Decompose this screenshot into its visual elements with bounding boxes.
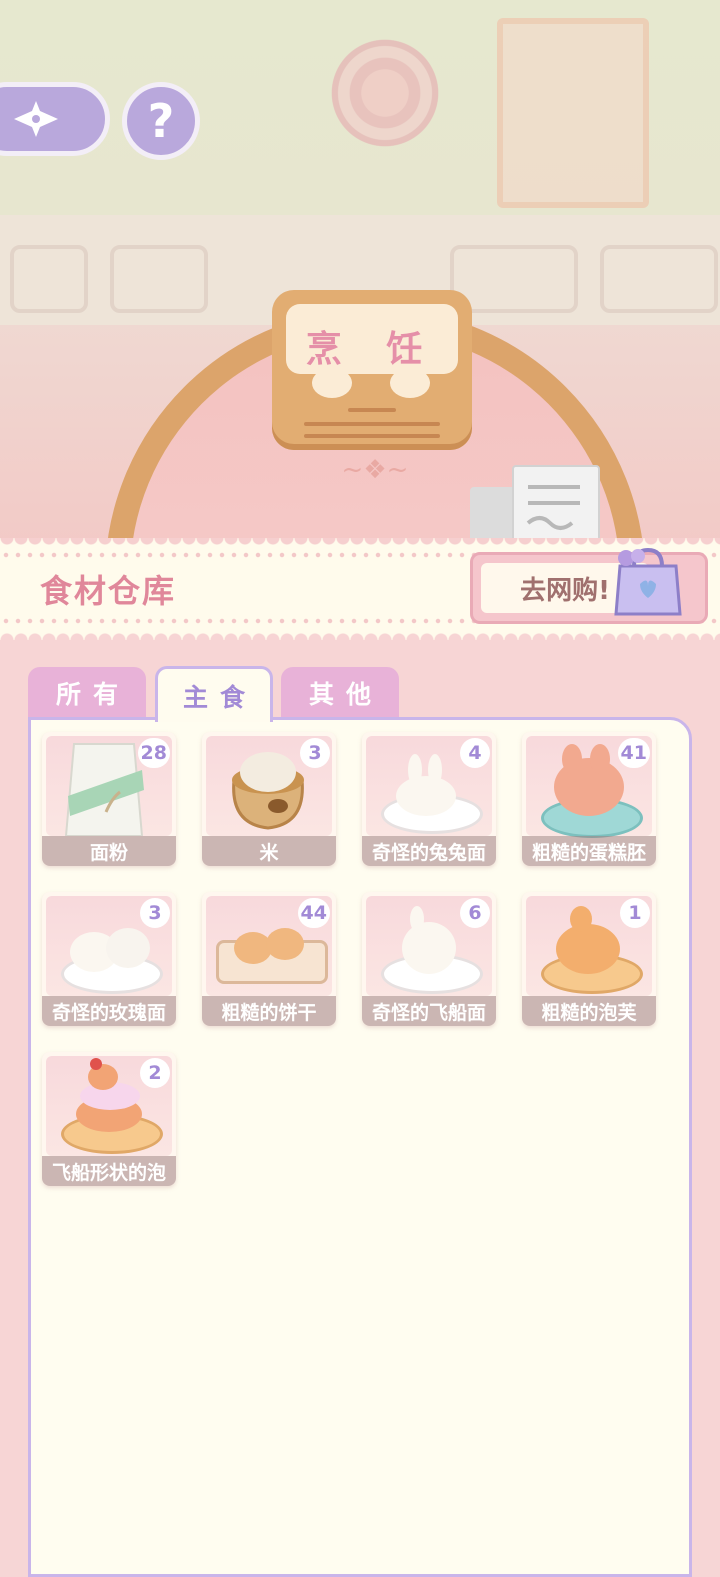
help-button[interactable]: ? (122, 82, 200, 160)
tab-staple-food-label: 主食 (182, 682, 257, 712)
puff-blob (556, 924, 620, 974)
item-count-badge: 6 (460, 898, 490, 928)
item-count-badge: 1 (620, 898, 650, 928)
ingredient-item-biscuit[interactable]: 44 粗糙的饼干 (202, 892, 336, 1026)
item-name: 粗糙的蛋糕胚 (522, 836, 656, 866)
item-count-badge: 3 (140, 898, 170, 928)
ingredient-item-cake-base[interactable]: 41 粗糙的蛋糕胚 (522, 732, 656, 866)
tab-all[interactable]: 所有 (28, 667, 146, 719)
item-name: 米 (202, 836, 336, 866)
item-name: 奇怪的兔兔面 (362, 836, 496, 866)
puff-top (570, 906, 592, 932)
cooking-sign-face: 烹 饪 (286, 304, 458, 374)
wall-panel (10, 245, 88, 313)
dough-tip (410, 906, 424, 932)
tab-other[interactable]: 其他 (281, 667, 399, 719)
cooking-sign[interactable]: 烹 饪 (272, 290, 472, 450)
item-name: 面粉 (42, 836, 176, 866)
item-name: 粗糙的泡芙 (522, 996, 656, 1026)
flourish-decoration: ~❖~ (341, 455, 409, 485)
lace-trim-bottom (0, 626, 720, 640)
ingredient-item-bunny-dough[interactable]: 4 奇怪的兔兔面 (362, 732, 496, 866)
item-count-badge: 28 (137, 738, 170, 768)
wall-panel (110, 245, 208, 313)
bunny-ear (590, 744, 610, 774)
item-name: 粗糙的饼干 (202, 996, 336, 1026)
sign-ear-left (312, 368, 352, 398)
sign-line (304, 434, 440, 438)
sign-line (304, 422, 440, 426)
bunny-ear (562, 744, 582, 774)
dough-blob (396, 776, 456, 816)
ingredient-item-ship-dough[interactable]: 6 奇怪的飞船面 (362, 892, 496, 1026)
item-count-badge: 2 (140, 1058, 170, 1088)
sign-ear-right (390, 368, 430, 398)
ingredient-grid: 28 面粉 3 米 4 奇怪的兔兔面 41 粗糙的蛋糕胚 3 奇怪的玫瑰面 44… (28, 717, 692, 1577)
wall-panel (600, 245, 718, 313)
back-menu-button[interactable] (0, 82, 110, 156)
tab-staple-food[interactable]: 主食 (155, 666, 273, 722)
ingredient-item-flour[interactable]: 28 面粉 (42, 732, 176, 866)
ingredient-item-puff[interactable]: 1 粗糙的泡芙 (522, 892, 656, 1026)
item-count-badge: 44 (297, 898, 330, 928)
item-name: 飞船形状的泡 (42, 1156, 176, 1186)
item-count-badge: 4 (460, 738, 490, 768)
cherry (90, 1058, 102, 1070)
ingredient-item-rose-dough[interactable]: 3 奇怪的玫瑰面 (42, 892, 176, 1026)
dough-blob (106, 928, 150, 968)
bunny-ear (428, 754, 442, 786)
tab-all-label: 所有 (55, 680, 130, 709)
wall-rosette-decoration (330, 38, 440, 148)
tab-other-label: 其他 (308, 680, 383, 709)
item-count-badge: 3 (300, 738, 330, 768)
ingredient-item-rice[interactable]: 3 米 (202, 732, 336, 866)
ingredient-item-ship-puff[interactable]: 2 飞船形状的泡 (42, 1052, 176, 1186)
item-name: 奇怪的玫瑰面 (42, 996, 176, 1026)
question-mark-icon: ? (147, 94, 175, 148)
kitchen-background: 烹 饪 ~❖~ (0, 0, 720, 560)
wall-picture-frame (497, 18, 649, 208)
sign-line (348, 408, 396, 412)
bunny-ear (408, 754, 422, 786)
item-name: 奇怪的飞船面 (362, 996, 496, 1026)
biscuit (266, 928, 304, 960)
shopping-bag-icon[interactable] (612, 544, 684, 618)
dough-blob (402, 922, 456, 974)
item-count-badge: 41 (617, 738, 650, 768)
compass-star-icon (14, 101, 58, 137)
storage-title: 食材仓库 (40, 572, 177, 610)
cooking-sign-title: 烹 饪 (305, 328, 439, 370)
